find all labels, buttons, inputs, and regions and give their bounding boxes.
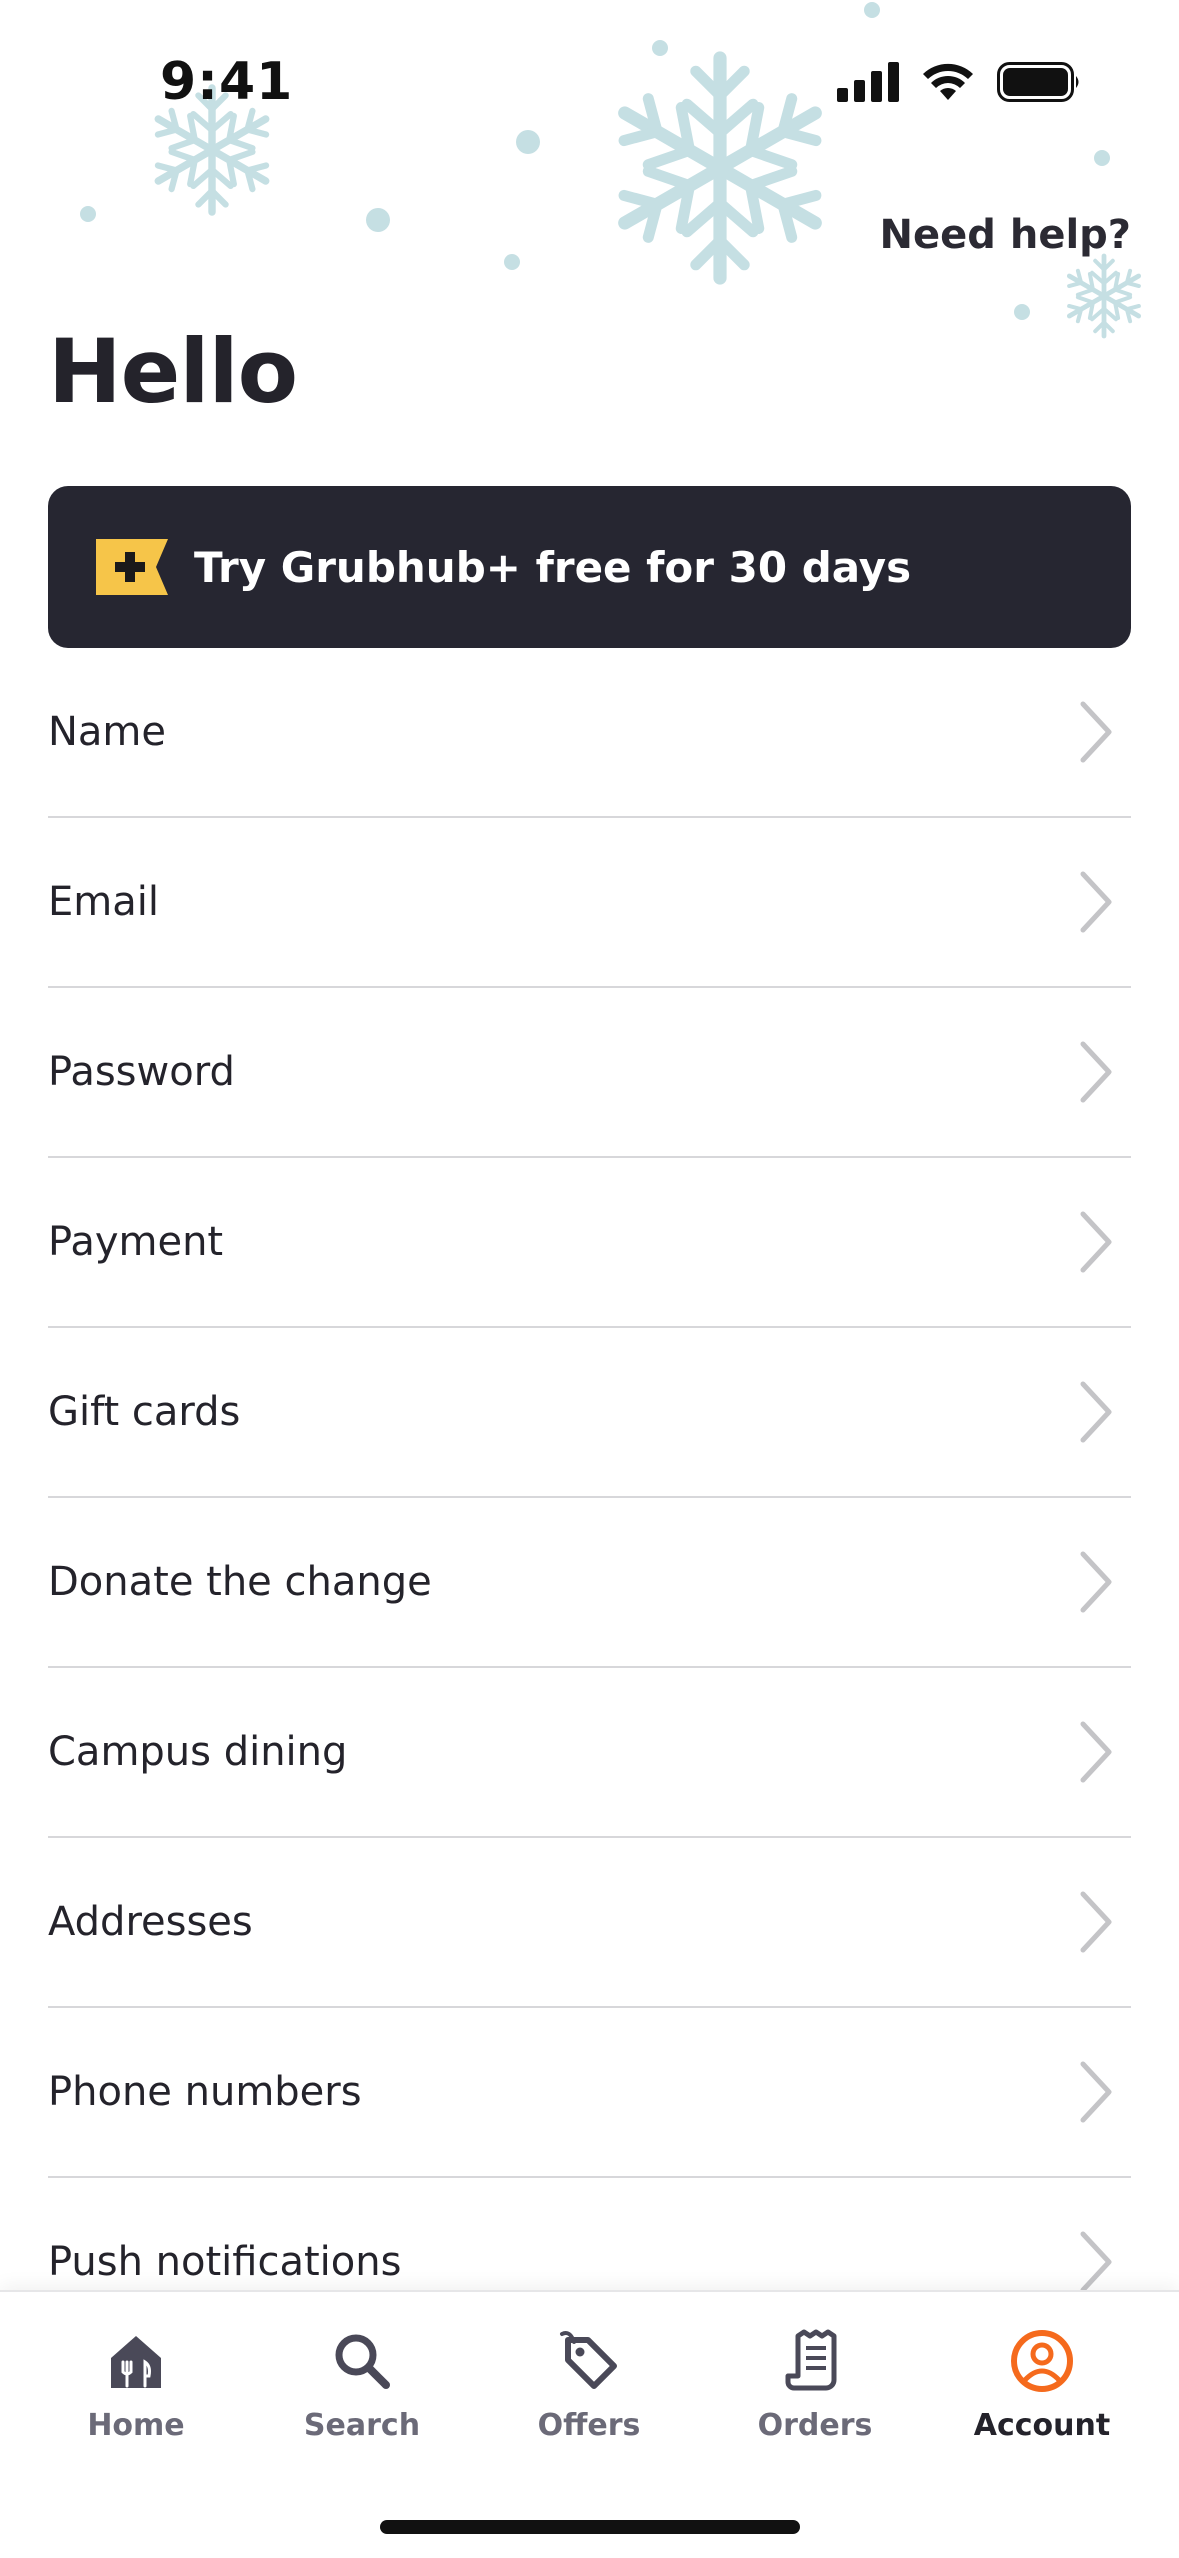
menu-item-donate-the-change[interactable]: Donate the change bbox=[48, 1498, 1131, 1668]
menu-item-gift-cards[interactable]: Gift cards bbox=[48, 1328, 1131, 1498]
menu-item-password[interactable]: Password bbox=[48, 988, 1131, 1158]
status-bar: 9:41 bbox=[0, 0, 1179, 170]
chevron-right-icon bbox=[1080, 701, 1112, 763]
menu-item-label: Addresses bbox=[48, 1899, 253, 1945]
menu-item-phone-numbers[interactable]: Phone numbers bbox=[48, 2008, 1131, 2178]
wifi-icon bbox=[923, 63, 973, 100]
menu-item-campus-dining[interactable]: Campus dining bbox=[48, 1668, 1131, 1838]
account-menu-list: Name Email Password Payment Gift cards Donate… bbox=[48, 648, 1131, 2348]
grubhub-plus-banner[interactable]: Try Grubhub+ free for 30 days bbox=[48, 486, 1131, 648]
menu-item-label: Push notifications bbox=[48, 2239, 402, 2285]
chevron-right-icon bbox=[1080, 871, 1112, 933]
cellular-signal-icon bbox=[837, 62, 899, 102]
grubhub-plus-icon bbox=[96, 539, 168, 595]
battery-icon bbox=[997, 62, 1079, 102]
home-icon bbox=[111, 2336, 161, 2388]
menu-item-label: Email bbox=[48, 879, 159, 925]
tab-label: Orders bbox=[757, 2408, 873, 2443]
page-title: Hello bbox=[48, 320, 298, 423]
chevron-right-icon bbox=[1080, 2061, 1112, 2123]
home-indicator bbox=[380, 2520, 800, 2534]
chevron-right-icon bbox=[1080, 1041, 1112, 1103]
menu-item-label: Gift cards bbox=[48, 1389, 241, 1435]
menu-item-label: Name bbox=[48, 709, 167, 755]
menu-item-email[interactable]: Email bbox=[48, 818, 1131, 988]
tab-search[interactable]: Search bbox=[262, 2328, 462, 2443]
tab-bar: Home Search Offers Orders Account bbox=[0, 2290, 1179, 2558]
menu-item-label: Phone numbers bbox=[48, 2069, 362, 2115]
tab-label: Account bbox=[973, 2408, 1111, 2443]
chevron-right-icon bbox=[1080, 1721, 1112, 1783]
tab-account[interactable]: Account bbox=[942, 2328, 1142, 2443]
chevron-right-icon bbox=[1080, 1891, 1112, 1953]
tab-home[interactable]: Home bbox=[36, 2328, 236, 2443]
menu-item-label: Payment bbox=[48, 1219, 224, 1265]
chevron-right-icon bbox=[1080, 1551, 1112, 1613]
menu-item-label: Campus dining bbox=[48, 1729, 348, 1775]
tab-label: Home bbox=[87, 2408, 185, 2443]
tab-label: Offers bbox=[537, 2408, 641, 2443]
menu-item-payment[interactable]: Payment bbox=[48, 1158, 1131, 1328]
tab-offers[interactable]: Offers bbox=[489, 2328, 689, 2443]
tab-label: Search bbox=[303, 2408, 421, 2443]
need-help-link[interactable]: Need help? bbox=[880, 212, 1131, 258]
tag-icon bbox=[560, 2331, 617, 2389]
chevron-right-icon bbox=[1080, 1211, 1112, 1273]
menu-item-label: Password bbox=[48, 1049, 235, 1095]
snowflake-icon bbox=[1068, 256, 1141, 336]
promo-text: Try Grubhub+ free for 30 days bbox=[194, 542, 912, 592]
menu-item-name[interactable]: Name bbox=[48, 648, 1131, 818]
status-icons bbox=[837, 62, 1081, 102]
tab-orders[interactable]: Orders bbox=[715, 2328, 915, 2443]
receipt-icon bbox=[785, 2329, 837, 2391]
chevron-right-icon bbox=[1080, 1381, 1112, 1443]
menu-item-label: Donate the change bbox=[48, 1559, 432, 1605]
account-icon bbox=[1011, 2330, 1073, 2392]
search-icon bbox=[335, 2334, 390, 2389]
menu-item-addresses[interactable]: Addresses bbox=[48, 1838, 1131, 2008]
status-time: 9:41 bbox=[160, 52, 294, 112]
chevron-right-icon bbox=[1080, 2231, 1112, 2293]
